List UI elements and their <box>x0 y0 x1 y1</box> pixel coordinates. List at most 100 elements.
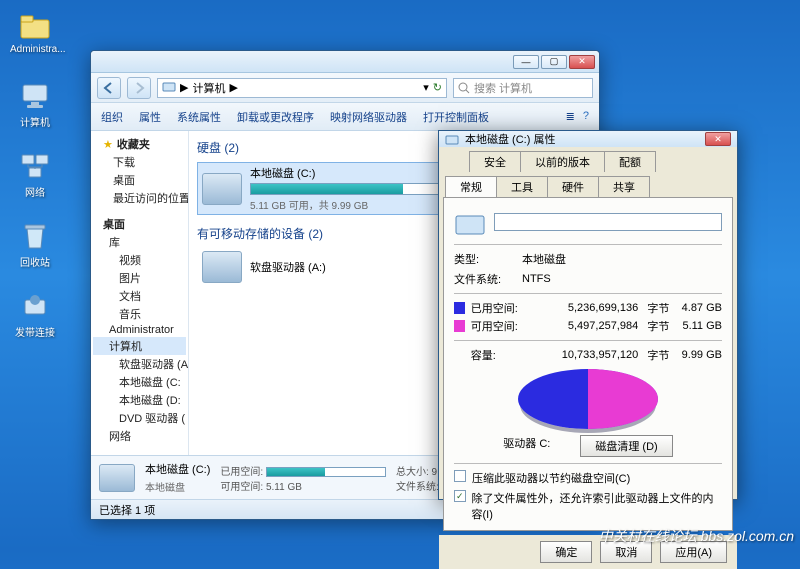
tree-floppy[interactable]: 软盘驱动器 (A: <box>93 355 186 373</box>
used-label: 已用空间: <box>471 300 525 316</box>
tab-previous[interactable]: 以前的版本 <box>520 151 605 172</box>
computer-icon <box>19 80 51 112</box>
toolbar-uninstall[interactable]: 卸载或更改程序 <box>237 109 314 125</box>
tree-recent[interactable]: 最近访问的位置 <box>93 189 186 207</box>
minimize-button[interactable]: — <box>513 55 539 69</box>
toolbar: 组织 属性 系统属性 卸载或更改程序 映射网络驱动器 打开控制面板 ≣ ? <box>91 103 599 131</box>
maximize-button[interactable]: ▢ <box>541 55 567 69</box>
help-icon[interactable]: ? <box>583 110 589 123</box>
breadcrumb[interactable]: 计算机 <box>192 80 225 96</box>
status-type: 本地磁盘 <box>145 479 210 494</box>
tree-desktop2[interactable]: 桌面 <box>93 215 186 233</box>
index-label: 除了文件属性外，还允许索引此驱动器上文件的内容(I) <box>472 490 722 522</box>
tree-dvd[interactable]: DVD 驱动器 ( <box>93 409 186 427</box>
computer-icon <box>162 81 176 95</box>
nav-row: ▶ 计算机 ▶ ▾ ↻ 搜索 计算机 <box>91 73 599 103</box>
ok-button[interactable]: 确定 <box>540 541 592 563</box>
compress-label: 压缩此驱动器以节约磁盘空间(C) <box>472 470 630 486</box>
desktop-icon-label: 计算机 <box>10 114 60 129</box>
tree-locald[interactable]: 本地磁盘 (D: <box>93 391 186 409</box>
fs-label: 文件系统: <box>454 271 514 287</box>
forward-button[interactable] <box>127 77 151 99</box>
dialog-titlebar[interactable]: 本地磁盘 (C:) 属性 ✕ <box>439 131 737 147</box>
tab-security[interactable]: 安全 <box>469 151 521 172</box>
tab-hardware[interactable]: 硬件 <box>547 176 599 197</box>
used-gb: 4.87 GB <box>675 302 722 314</box>
status-name: 本地磁盘 (C:) <box>145 464 210 476</box>
chevron-down-icon[interactable]: ▾ <box>423 81 429 94</box>
nav-tree[interactable]: ★收藏夹 下载 桌面 最近访问的位置 桌面 库 视频 图片 文档 音乐 Admi… <box>91 131 189 455</box>
tree-admin[interactable]: Administrator <box>93 323 186 337</box>
toolbar-organize[interactable]: 组织 <box>101 109 123 125</box>
arrow-right-icon <box>132 81 146 95</box>
index-checkbox-row[interactable]: ✓ 除了文件属性外，还允许索引此驱动器上文件的内容(I) <box>454 490 722 522</box>
close-button[interactable]: ✕ <box>705 132 731 146</box>
status-total-label: 总大小: <box>396 467 429 478</box>
dialog-title: 本地磁盘 (C:) 属性 <box>465 131 555 147</box>
tree-pictures[interactable]: 图片 <box>93 269 186 287</box>
checkbox-icon[interactable] <box>454 470 466 482</box>
used-swatch <box>454 302 465 314</box>
drive-icon <box>445 132 459 146</box>
status-free-label: 可用空间: <box>220 482 263 493</box>
tab-tools[interactable]: 工具 <box>496 176 548 197</box>
tree-localc[interactable]: 本地磁盘 (C: <box>93 373 186 391</box>
network-icon <box>19 150 51 182</box>
desktop-icon-computer[interactable]: 计算机 <box>10 80 60 129</box>
floppy-icon <box>202 251 242 283</box>
tab-page-general: 类型: 本地磁盘 文件系统: NTFS 已用空间: 5,236,699,136 字节… <box>443 197 733 531</box>
breadcrumb-sep: ▶ <box>229 81 237 94</box>
status-free-value: 5.11 GB <box>266 482 302 493</box>
titlebar[interactable]: — ▢ ✕ <box>91 51 599 73</box>
address-bar[interactable]: ▶ 计算机 ▶ ▾ ↻ <box>157 78 447 98</box>
free-unit: 字节 <box>644 318 669 334</box>
tab-general[interactable]: 常规 <box>445 176 497 197</box>
dialup-icon <box>19 290 51 322</box>
tab-row-1: 安全 以前的版本 配额 <box>439 147 737 172</box>
tree-downloads[interactable]: 下载 <box>93 153 186 171</box>
used-bytes: 5,236,699,136 <box>531 302 639 314</box>
checkbox-icon[interactable]: ✓ <box>454 490 466 502</box>
compress-checkbox-row[interactable]: 压缩此驱动器以节约磁盘空间(C) <box>454 470 722 486</box>
type-label: 类型: <box>454 251 514 267</box>
desktop-icon-recycle[interactable]: 回收站 <box>10 220 60 269</box>
tree-libs[interactable]: 库 <box>93 233 186 251</box>
properties-dialog: 本地磁盘 (C:) 属性 ✕ 安全 以前的版本 配额 常规 工具 硬件 共享 类… <box>438 130 738 500</box>
disk-cleanup-button[interactable]: 磁盘清理 (D) <box>580 435 672 457</box>
toolbar-mapnet[interactable]: 映射网络驱动器 <box>330 109 407 125</box>
free-gb: 5.11 GB <box>675 320 722 332</box>
tree-network[interactable]: 网络 <box>93 427 186 445</box>
used-unit: 字节 <box>644 300 669 316</box>
breadcrumb-sep: ▶ <box>180 81 188 94</box>
tree-videos[interactable]: 视频 <box>93 251 186 269</box>
desktop-icon-admin[interactable]: Administra... <box>10 10 60 55</box>
type-value: 本地磁盘 <box>522 251 566 267</box>
arrow-left-icon <box>102 81 116 95</box>
tree-music[interactable]: 音乐 <box>93 305 186 323</box>
tab-row-2: 常规 工具 硬件 共享 <box>439 172 737 197</box>
volume-label-input[interactable] <box>494 213 722 231</box>
desktop-icon-label: 发带连接 <box>10 324 60 339</box>
desktop-icon-label: Administra... <box>10 44 60 55</box>
toolbar-sysprop[interactable]: 系统属性 <box>177 109 221 125</box>
view-icon[interactable]: ≣ <box>566 110 575 123</box>
fs-value: NTFS <box>522 273 551 285</box>
capacity-bytes: 10,733,957,120 <box>531 349 639 361</box>
toolbar-controlpanel[interactable]: 打开控制面板 <box>423 109 489 125</box>
desktop-icon-label: 网络 <box>10 184 60 199</box>
tree-computer[interactable]: 计算机 <box>93 337 186 355</box>
close-button[interactable]: ✕ <box>569 55 595 69</box>
drive-icon <box>99 464 135 492</box>
tab-quota[interactable]: 配额 <box>604 151 656 172</box>
tree-docs[interactable]: 文档 <box>93 287 186 305</box>
tree-favorites[interactable]: ★收藏夹 <box>93 135 186 153</box>
tree-desktop[interactable]: 桌面 <box>93 171 186 189</box>
search-input[interactable]: 搜索 计算机 <box>453 78 593 98</box>
desktop-icon-network[interactable]: 网络 <box>10 150 60 199</box>
tab-sharing[interactable]: 共享 <box>598 176 650 197</box>
back-button[interactable] <box>97 77 121 99</box>
search-icon <box>458 82 470 94</box>
refresh-icon[interactable]: ↻ <box>433 81 442 94</box>
desktop-icon-dialup[interactable]: 发带连接 <box>10 290 60 339</box>
toolbar-properties[interactable]: 属性 <box>139 109 161 125</box>
